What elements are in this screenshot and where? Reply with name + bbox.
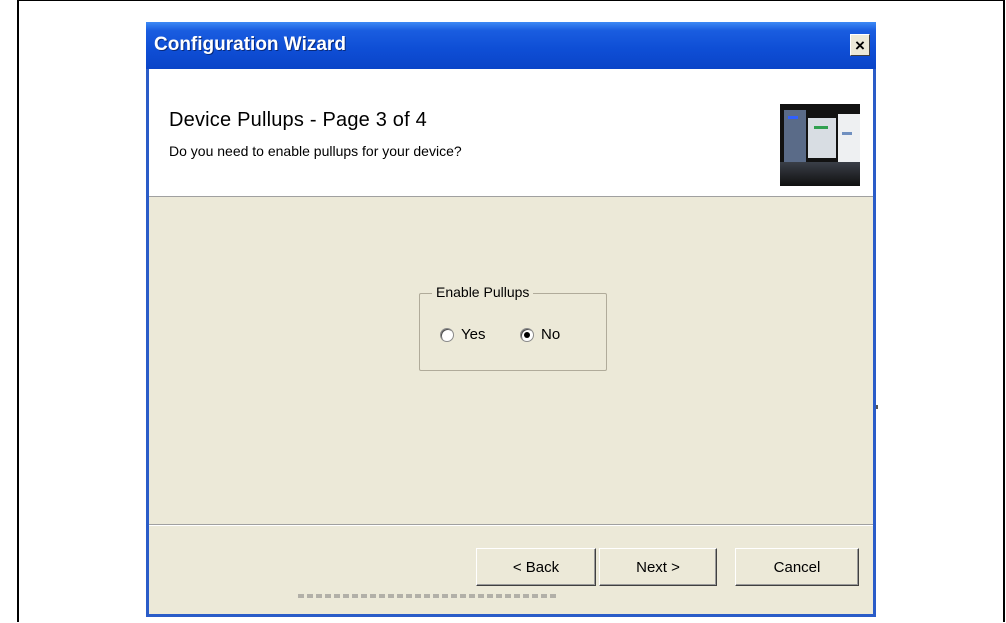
margin-mark [876,405,878,409]
background-residue [298,594,556,598]
wizard-banner-image [780,104,860,186]
close-button[interactable]: × [850,34,870,56]
enable-pullups-group: Enable Pullups Yes No [419,284,607,371]
page-title: Device Pullups - Page 3 of 4 [169,109,427,131]
page-subtitle: Do you need to enable pullups for your d… [169,143,462,159]
back-button[interactable]: < Back [476,548,596,586]
radio-no-label[interactable]: No [541,326,560,343]
cancel-button[interactable]: Cancel [735,548,859,586]
wizard-header: Device Pullups - Page 3 of 4 Do you need… [149,69,873,197]
radio-no[interactable] [520,327,534,342]
radio-yes-label[interactable]: Yes [461,326,485,343]
next-button[interactable]: Next > [599,548,717,586]
title-bar[interactable]: Configuration Wizard × [146,22,876,69]
group-legend: Enable Pullups [432,284,534,300]
radio-option-no[interactable]: No [520,326,560,343]
radio-yes[interactable] [440,327,454,342]
footer-separator [149,524,873,526]
window-title: Configuration Wizard [154,34,346,55]
radio-option-yes[interactable]: Yes [440,326,485,343]
close-icon: × [855,35,865,55]
configuration-wizard-dialog: Configuration Wizard × Device Pullups - … [146,22,876,617]
